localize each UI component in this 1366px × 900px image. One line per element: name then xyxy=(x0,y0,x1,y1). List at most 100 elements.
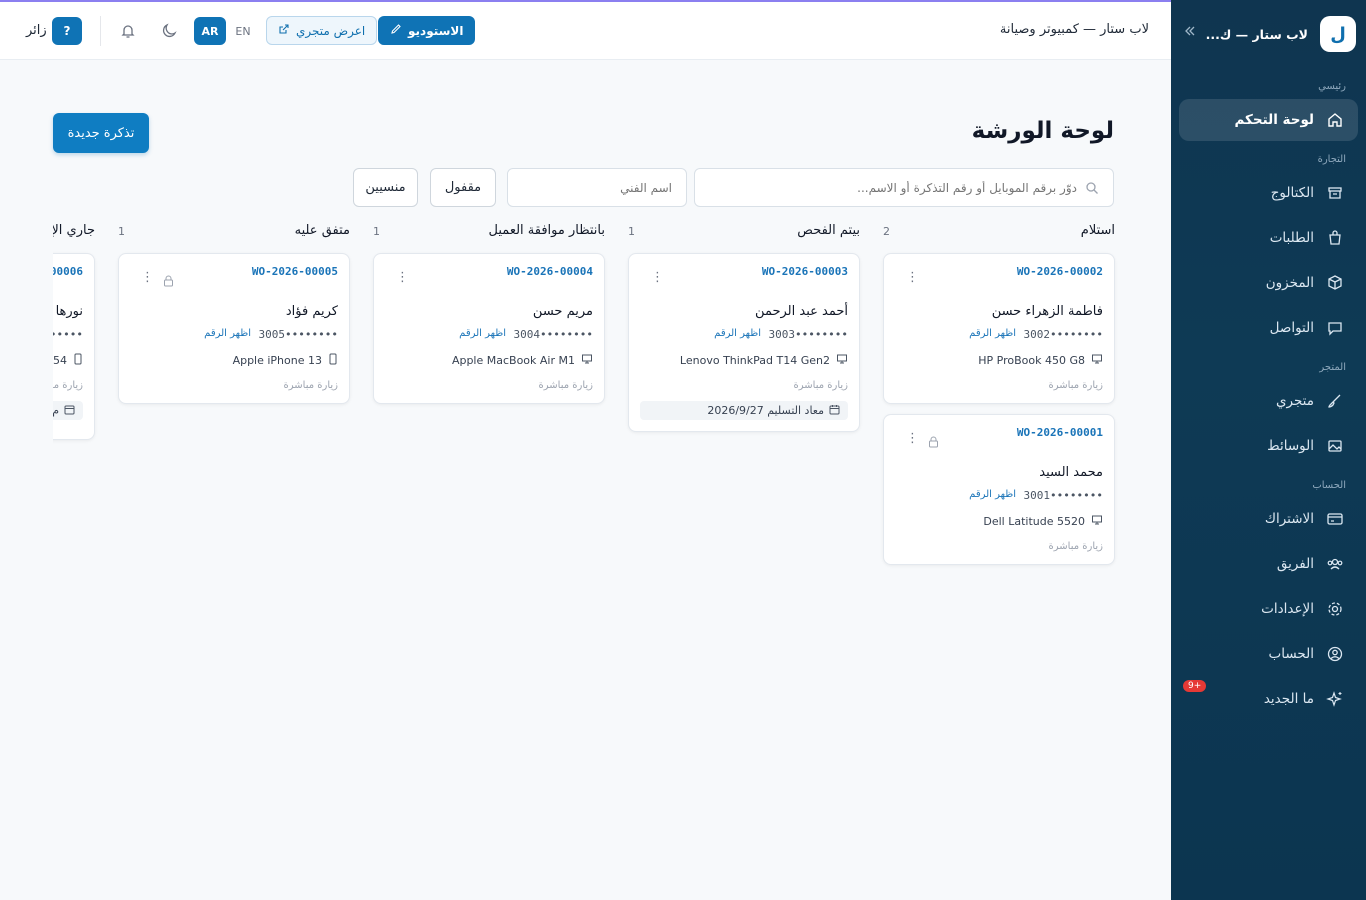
ticket-card[interactable]: WO-2026-00005 ⋮ كريم فؤاد ••••••••3005 ا… xyxy=(118,253,350,404)
section-main: رئيسي xyxy=(1318,81,1346,92)
more-menu-icon[interactable]: ⋮ xyxy=(906,271,919,284)
show-number-link[interactable]: اظهر الرقم xyxy=(204,328,251,339)
ticket-code[interactable]: WO-2026-00004 xyxy=(507,265,593,278)
sidebar-item-inventory[interactable]: المخزون xyxy=(1179,262,1358,304)
sidebar-item-label: الفريق xyxy=(1276,556,1314,572)
help-button[interactable]: ? xyxy=(52,17,82,45)
due-date-text: م xyxy=(53,404,59,417)
masked-phone: ••••••••3002 xyxy=(1023,328,1103,341)
column-count: 2 xyxy=(883,225,890,238)
search-field[interactable] xyxy=(694,168,1114,207)
show-number-link[interactable]: اظهر الرقم xyxy=(459,328,506,339)
brand-name: لاب ستار — ك... xyxy=(1205,26,1308,42)
device-info: HP ProBook 450 G8 xyxy=(978,353,1103,368)
ticket-card[interactable]: WO-2026-00006 نورها ••••••••3006 54 زيار… xyxy=(53,253,95,440)
page-title: لوحة الورشة xyxy=(971,118,1114,144)
show-number-link[interactable]: اظهر الرقم xyxy=(969,328,1016,339)
credit-card-icon xyxy=(1324,508,1346,530)
device-name: Lenovo ThinkPad T14 Gen2 xyxy=(679,354,830,367)
user-name[interactable]: زائر xyxy=(26,23,47,38)
ticket-card[interactable]: WO-2026-00004 ⋮ مريم حسن ••••••••3004 اظ… xyxy=(373,253,605,404)
ticket-code[interactable]: WO-2026-00002 xyxy=(1017,265,1103,278)
sidebar-item-settings[interactable]: الإعدادات xyxy=(1179,588,1358,630)
divider xyxy=(100,16,101,46)
sidebar-item-label: الطلبات xyxy=(1269,230,1314,246)
shop-name: لاب ستار — كمبيوتر وصيانة xyxy=(999,22,1149,37)
sidebar-item-catalog[interactable]: الكتالوج xyxy=(1179,172,1358,214)
team-icon xyxy=(1324,553,1346,575)
chat-icon xyxy=(1324,317,1346,339)
technician-input[interactable] xyxy=(522,180,672,195)
column-header: بيتم الفحص 1 xyxy=(628,223,860,243)
sidebar-item-messages[interactable]: التواصل xyxy=(1179,307,1358,349)
view-store-button[interactable]: اعرض متجري xyxy=(266,16,378,45)
sidebar-item-account[interactable]: الحساب xyxy=(1179,633,1358,675)
show-number-link[interactable]: اظهر الرقم xyxy=(969,489,1016,500)
top-bar: لاب ستار — كمبيوتر وصيانة الاستوديو اعرض… xyxy=(0,0,1171,60)
collapse-sidebar-icon[interactable] xyxy=(1183,24,1197,42)
device-name: Apple iPhone 13 xyxy=(232,354,322,367)
due-date: م xyxy=(53,401,83,420)
lang-ar-button[interactable]: AR xyxy=(194,17,226,45)
external-link-icon xyxy=(278,23,290,38)
column-header: استلام 2 xyxy=(883,223,1115,243)
sidebar-item-orders[interactable]: الطلبات xyxy=(1179,217,1358,259)
sidebar-item-label: المخزون xyxy=(1265,275,1314,291)
bell-icon[interactable] xyxy=(117,20,139,42)
phone-icon xyxy=(73,353,83,368)
more-menu-icon[interactable]: ⋮ xyxy=(396,271,409,284)
more-menu-icon[interactable]: ⋮ xyxy=(141,271,154,284)
archive-icon xyxy=(1324,182,1346,204)
column-count: 1 xyxy=(628,225,635,238)
section-commerce: التجارة xyxy=(1317,154,1346,165)
column-header: بانتظار موافقة العميل 1 xyxy=(373,223,605,243)
more-menu-icon[interactable]: ⋮ xyxy=(906,432,919,445)
technician-filter[interactable] xyxy=(507,168,687,207)
ticket-code[interactable]: WO-2026-00006 xyxy=(53,265,83,278)
lang-en-button[interactable]: EN xyxy=(230,17,256,45)
sidebar-item-label: الكتالوج xyxy=(1270,185,1314,201)
studio-button[interactable]: الاستوديو xyxy=(378,16,476,45)
column-title: بانتظار موافقة العميل xyxy=(488,223,605,238)
sidebar-item-subscription[interactable]: الاشتراك xyxy=(1179,498,1358,540)
visit-type: زيارة مباشرة xyxy=(1048,380,1103,391)
masked-phone: ••••••••3001 xyxy=(1023,489,1103,502)
moon-icon[interactable] xyxy=(158,20,180,42)
more-menu-icon[interactable]: ⋮ xyxy=(651,271,664,284)
visit-type: زيارة مباشرة xyxy=(538,380,593,391)
pencil-icon xyxy=(390,23,402,38)
search-input[interactable] xyxy=(695,180,1077,195)
new-ticket-button[interactable]: تذكرة جديدة xyxy=(53,113,149,153)
show-number-link[interactable]: اظهر الرقم xyxy=(714,328,761,339)
monitor-icon xyxy=(1091,353,1103,368)
forgotten-filter-button[interactable]: منسيين xyxy=(353,168,418,207)
ticket-code[interactable]: WO-2026-00003 xyxy=(762,265,848,278)
customer-name: مريم حسن xyxy=(532,304,593,319)
shopping-bag-icon xyxy=(1324,227,1346,249)
masked-phone: ••••••••3004 xyxy=(513,328,593,341)
sidebar-item-my-store[interactable]: متجري xyxy=(1179,380,1358,422)
brand-logo[interactable]: ل xyxy=(1320,16,1356,52)
ticket-code[interactable]: WO-2026-00001 xyxy=(1017,426,1103,439)
lock-icon xyxy=(163,272,174,291)
box-icon xyxy=(1324,272,1346,294)
column-title: بيتم الفحص xyxy=(797,223,860,238)
ticket-card[interactable]: WO-2026-00001 ⋮ محمد السيد ••••••••3001 … xyxy=(883,414,1115,565)
sidebar-item-media[interactable]: الوسائط xyxy=(1179,425,1358,467)
visit-type: زيارة مباشرة xyxy=(793,380,848,391)
search-icon xyxy=(1085,181,1099,195)
ticket-code[interactable]: WO-2026-00005 xyxy=(252,265,338,278)
closed-filter-button[interactable]: مقفول xyxy=(430,168,496,207)
sidebar-item-team[interactable]: الفريق xyxy=(1179,543,1358,585)
ticket-card[interactable]: WO-2026-00003 ⋮ أحمد عبد الرحمن ••••••••… xyxy=(628,253,860,432)
sidebar-item-whats-new[interactable]: ما الجديد +9 xyxy=(1179,678,1358,720)
lock-icon xyxy=(928,433,939,452)
device-info: 54 xyxy=(53,353,83,368)
column-title: متفق عليه xyxy=(294,223,350,238)
sidebar-item-dashboard[interactable]: لوحة التحكم xyxy=(1179,99,1358,141)
ticket-card[interactable]: WO-2026-00002 ⋮ فاطمة الزهراء حسن ••••••… xyxy=(883,253,1115,404)
sidebar-item-label: التواصل xyxy=(1269,320,1314,336)
sidebar-item-label: ما الجديد xyxy=(1263,691,1314,707)
device-info: Lenovo ThinkPad T14 Gen2 xyxy=(680,353,848,368)
sidebar-item-label: الإعدادات xyxy=(1261,601,1314,617)
